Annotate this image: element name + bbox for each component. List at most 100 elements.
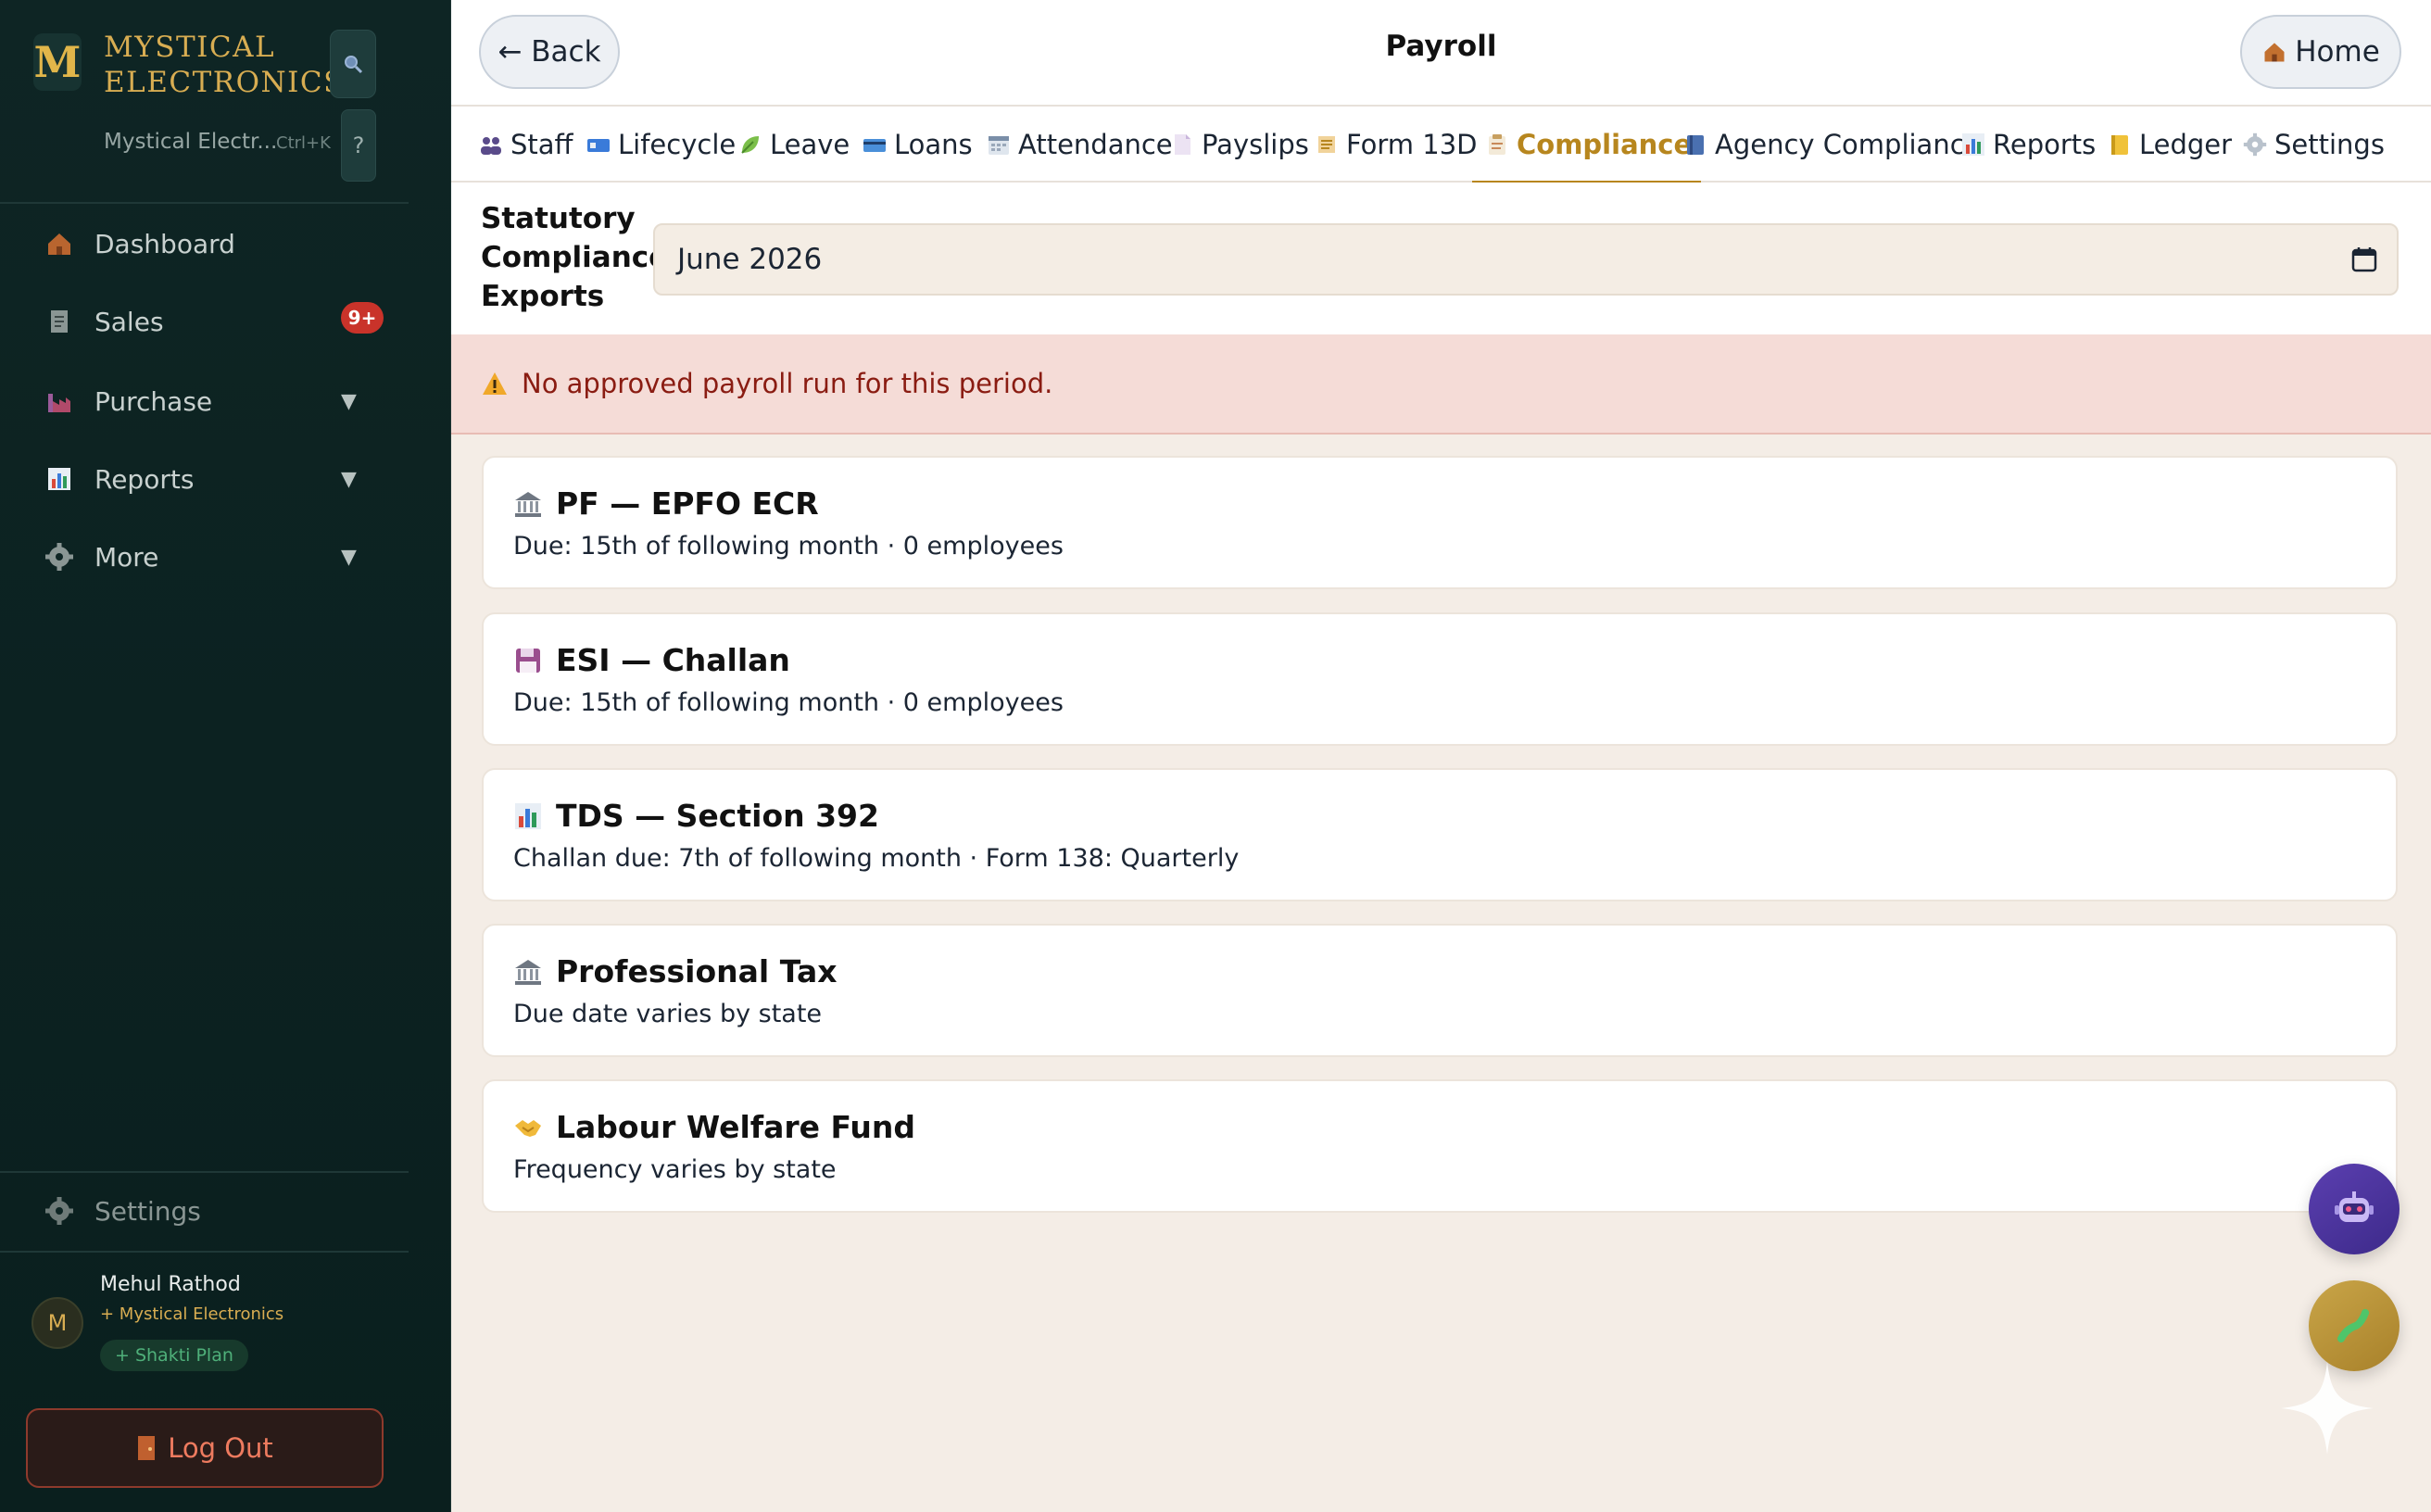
tab-ledger[interactable]: Ledger [2108, 107, 2232, 183]
sidebar-item-label: Purchase [94, 385, 213, 417]
tab-label: Compliance [1517, 129, 1693, 160]
sidebar-item-settings[interactable]: Settings [0, 1178, 409, 1243]
card-title: Labour Welfare Fund [513, 1109, 915, 1145]
search-icon [345, 56, 363, 74]
tab-label: Agency Compliance [1715, 129, 1982, 160]
tab-agency-compliance[interactable]: Agency Compliance [1683, 107, 1982, 183]
sidebar-item-more[interactable]: More ▼ [0, 524, 409, 589]
bar-chart-icon [43, 462, 76, 496]
scroll-icon [1315, 132, 1339, 157]
search-button[interactable] [330, 30, 376, 98]
brand-name-line1: MYSTICAL [104, 31, 276, 64]
sidebar-divider [0, 1251, 409, 1253]
card-subtitle: Frequency varies by state [513, 1155, 837, 1184]
tab-leave[interactable]: Leave [738, 107, 850, 183]
user-company: + Mystical Electronics [100, 1304, 284, 1324]
page-title: Payroll [1385, 30, 1497, 63]
card-title: TDS — Section 392 [513, 798, 879, 834]
card-title-text: PF — EPFO ECR [556, 485, 819, 522]
tab-form-13d[interactable]: Form 13D [1315, 107, 1478, 183]
sidebar-item-label: Reports [94, 463, 195, 495]
tab-label: Lifecycle [618, 129, 737, 160]
shortcut-hint: Ctrl+K [276, 133, 331, 153]
ledger-icon [2108, 132, 2132, 157]
plan-badge: + Shakti Plan [100, 1340, 248, 1371]
bank-icon [515, 491, 541, 517]
handshake-icon [515, 1119, 541, 1137]
floppy-icon [516, 648, 540, 673]
tab-label: Reports [1993, 129, 2097, 160]
user-name: Mehul Rathod [100, 1273, 241, 1296]
help-button[interactable]: ? [341, 109, 376, 182]
tab-payslips[interactable]: Payslips [1170, 107, 1309, 183]
brand-logo[interactable]: M [33, 33, 82, 91]
tab-label: Loans [894, 129, 973, 160]
card-subtitle: Due: 15th of following month · 0 employe… [513, 688, 1064, 717]
sparkle-icon [2281, 1362, 2374, 1455]
page-icon [1170, 132, 1194, 157]
month-picker-input[interactable]: June 2026 [653, 223, 2399, 296]
brand-name: MYSTICAL ELECTRONICS [104, 30, 343, 100]
compliance-card-labour-welfare-fund[interactable]: Labour Welfare Fund Frequency varies by … [482, 1079, 2398, 1213]
credit-card-icon [863, 132, 887, 157]
gear-icon [43, 540, 76, 573]
tab-loans[interactable]: Loans [863, 107, 973, 183]
calendar-icon [987, 132, 1011, 157]
compliance-card-pf[interactable]: PF — EPFO ECR Due: 15th of following mon… [482, 456, 2398, 589]
leaf-icon [738, 132, 762, 157]
logout-button[interactable]: Log Out [26, 1408, 384, 1488]
sidebar-item-label: Settings [94, 1195, 201, 1227]
card-title-text: TDS — Section 392 [556, 798, 879, 834]
back-button[interactable]: ← Back [479, 15, 620, 89]
house-icon [2264, 43, 2285, 62]
bar-chart-icon [515, 802, 541, 829]
card-title: PF — EPFO ECR [513, 485, 819, 522]
sidebar-item-purchase[interactable]: Purchase ▼ [0, 369, 409, 434]
card-title-text: Labour Welfare Fund [556, 1109, 916, 1145]
alert-message: No approved payroll run for this period. [522, 368, 1053, 399]
calendar-icon[interactable] [2350, 246, 2378, 273]
bug-icon [2337, 1309, 2369, 1342]
card-subtitle: Challan due: 7th of following month · Fo… [513, 844, 1240, 873]
id-card-icon [586, 132, 611, 157]
people-icon [479, 132, 503, 157]
tab-label: Form 13D [1346, 129, 1478, 160]
avatar[interactable]: M [31, 1297, 83, 1349]
book-icon [1683, 132, 1707, 157]
assistant-button[interactable] [2309, 1164, 2400, 1254]
back-label: ← Back [498, 35, 601, 69]
sidebar-item-reports[interactable]: Reports ▼ [0, 447, 409, 511]
compliance-card-tds[interactable]: TDS — Section 392 Challan due: 7th of fo… [482, 768, 2398, 901]
chevron-down-icon: ▼ [341, 389, 357, 413]
tab-label: Staff [510, 129, 573, 160]
section-title: Statutory Compliance Exports [481, 202, 669, 313]
card-title: ESI — Challan [513, 642, 790, 678]
card-subtitle: Due date varies by state [513, 1000, 823, 1028]
tab-label: Payslips [1202, 129, 1309, 160]
sidebar-item-label: Sales [94, 306, 164, 337]
bug-report-button[interactable] [2309, 1280, 2400, 1371]
top-bar: Payroll ← Back Home [451, 0, 2431, 107]
sidebar-item-label: Dashboard [94, 228, 235, 259]
tab-reports[interactable]: Reports [1961, 107, 2096, 183]
warning-icon [483, 372, 507, 395]
sidebar-item-dashboard[interactable]: Dashboard [0, 211, 409, 276]
receipt-icon [43, 305, 76, 338]
home-button[interactable]: Home [2240, 15, 2401, 89]
tab-label: Ledger [2139, 129, 2233, 160]
compliance-card-esi[interactable]: ESI — Challan Due: 15th of following mon… [482, 612, 2398, 746]
bar-chart-icon [1961, 132, 1985, 157]
sidebar-item-label: More [94, 541, 159, 573]
compliance-card-professional-tax[interactable]: Professional Tax Due date varies by stat… [482, 924, 2398, 1057]
tab-settings[interactable]: Settings [2243, 107, 2385, 183]
tab-compliance[interactable]: Compliance [1471, 107, 1702, 184]
sales-count-badge: 9+ [341, 302, 384, 334]
tab-label: Leave [770, 129, 850, 160]
tab-staff[interactable]: Staff [479, 107, 573, 183]
company-switcher[interactable]: Mystical Electr... [104, 130, 277, 154]
tab-attendance[interactable]: Attendance [987, 107, 1173, 183]
tab-lifecycle[interactable]: Lifecycle [586, 107, 736, 183]
sidebar-divider [0, 202, 409, 204]
month-value: June 2026 [677, 243, 823, 276]
warning-alert: No approved payroll run for this period. [451, 334, 2431, 435]
